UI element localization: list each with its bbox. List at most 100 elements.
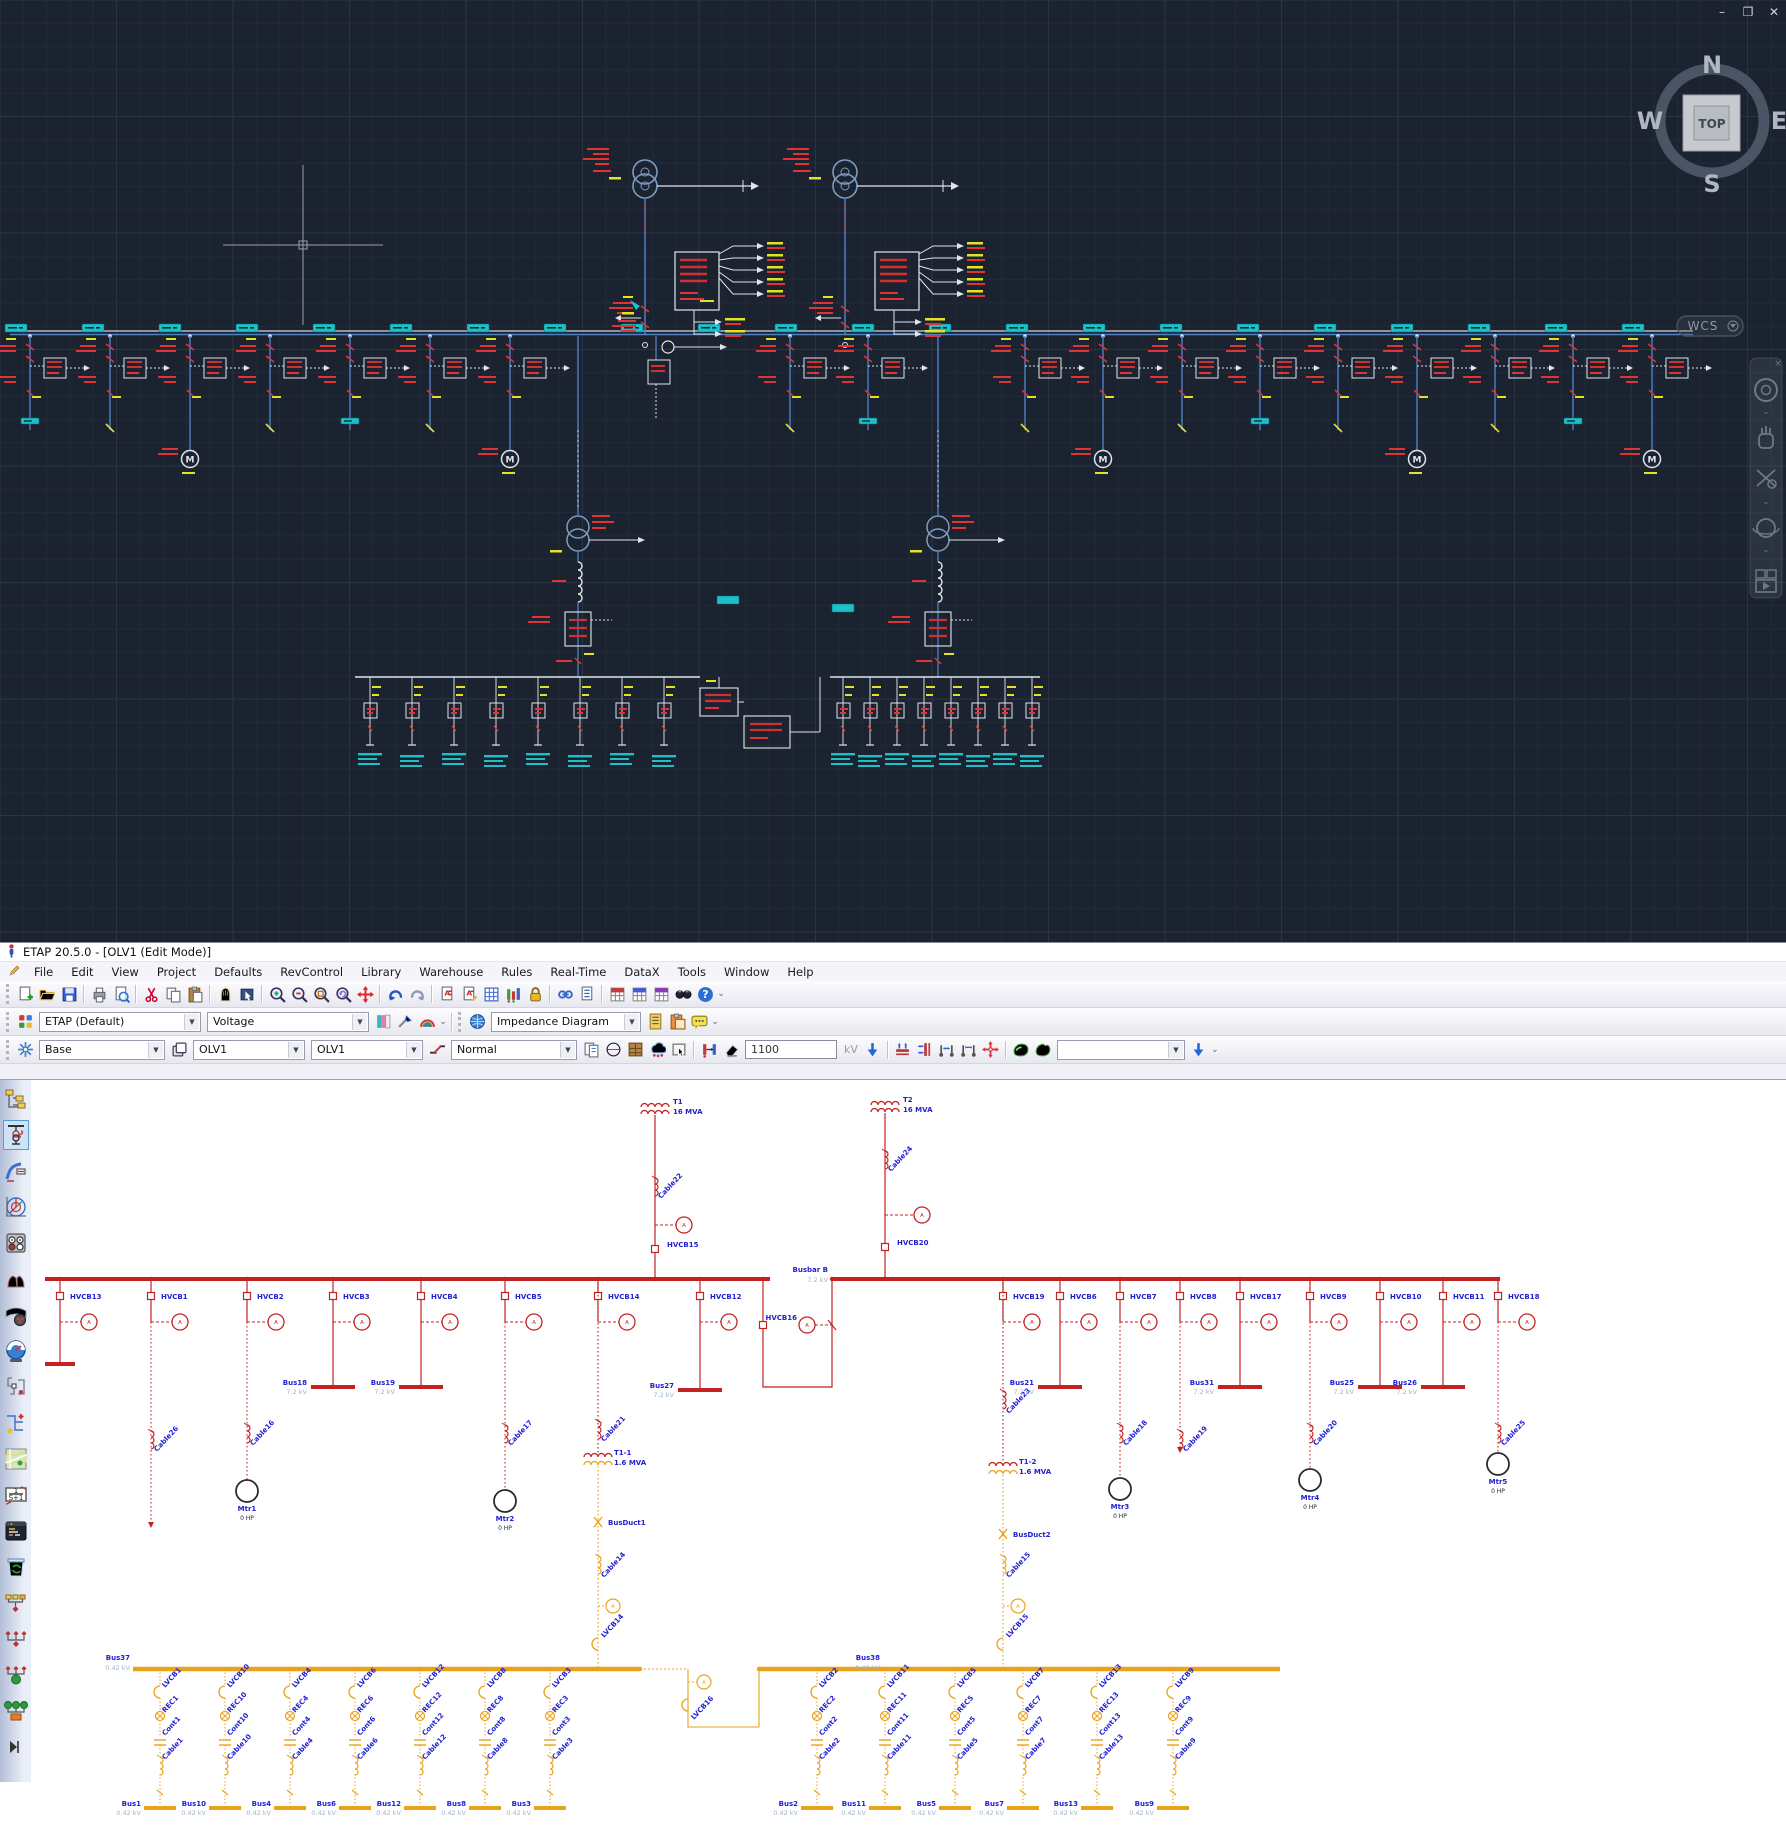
zoom-in-button[interactable] (266, 983, 288, 1005)
panel-brown-button[interactable] (624, 1039, 646, 1061)
new-button[interactable] (14, 983, 36, 1005)
lv-feeder-LVCB8[interactable]: LVCB8REC8Cont8Cable8Bus80.42 kV (441, 1666, 510, 1817)
cad-feeder-bay[interactable] (1539, 334, 1633, 430)
datablock-yellow-button[interactable] (644, 1011, 666, 1033)
chevron-down-icon[interactable]: ▼ (1168, 1042, 1183, 1058)
datablock-edit-button[interactable]: A (458, 983, 480, 1005)
revision-combo[interactable]: Base▼ (39, 1040, 165, 1060)
menu-revcontrol[interactable]: RevControl (271, 963, 352, 981)
kv-base-input[interactable]: 1100 (745, 1040, 837, 1059)
menu-edit[interactable]: Edit (62, 963, 102, 981)
toolbar-grip[interactable] (6, 1012, 10, 1032)
datablock-button[interactable]: A (436, 983, 458, 1005)
chevron-down-icon[interactable]: ▼ (288, 1042, 303, 1058)
sidebar-control-circuit-button[interactable] (3, 1372, 29, 1402)
hv-feeder-HVCB14[interactable]: HVCB14ACable21T1-11.6 MVABusDuct1Cable14… (584, 1277, 647, 1669)
sidebar-underground-raceway-button[interactable] (3, 1156, 29, 1186)
menu-library[interactable]: Library (352, 963, 410, 981)
menu-view[interactable]: View (103, 963, 148, 981)
impedance-globe-button[interactable] (466, 1011, 488, 1033)
lv-feeder-LVCB9[interactable]: LVCB9REC9Cont9Cable9Bus90.42 kV (1129, 1666, 1198, 1817)
lv-feeder-LVCB3[interactable]: LVCB3REC3Cont3Cable3Bus30.42 kV (506, 1666, 575, 1817)
revision-star-button[interactable] (14, 1039, 36, 1061)
minimize-button[interactable]: – (1719, 5, 1725, 19)
paste-button[interactable] (184, 983, 206, 1005)
lock-button[interactable] (524, 983, 546, 1005)
diagram-type-combo[interactable]: Impedance Diagram▼ (491, 1012, 641, 1032)
menu-window[interactable]: Window (715, 963, 778, 981)
project-theme-combo[interactable]: ETAP (Default)▼ (39, 1012, 201, 1032)
sidebar-arc-flash-gloves-button[interactable] (3, 1264, 29, 1294)
cad-feeder-bay[interactable] (991, 334, 1085, 432)
sidebar-cable-pulling-button[interactable] (3, 1300, 29, 1330)
sidebar-reliability-button[interactable] (3, 1408, 29, 1438)
cad-feeder-bay[interactable]: M (1383, 334, 1477, 474)
lv-feeder-LVCB12[interactable]: LVCB12REC12Cont12Cable12Bus120.42 kV (376, 1663, 448, 1817)
display-mode-combo[interactable]: Voltage▼ (207, 1012, 369, 1032)
lv-feeder-LVCB11[interactable]: LVCB11REC11Cont11Cable11Bus110.42 kV (841, 1663, 913, 1817)
arrow-down-button[interactable] (862, 1039, 884, 1061)
cut-button[interactable] (140, 983, 162, 1005)
eraser-button[interactable] (720, 1039, 742, 1061)
sidebar-star-protection-button[interactable] (3, 1192, 29, 1222)
cad-viewport[interactable]: MMMMM–❐✕NWESTOPWCS×⌄⌄⌄ (0, 0, 1786, 942)
ganged-button[interactable] (502, 983, 524, 1005)
zoom-previous-button[interactable] (332, 983, 354, 1005)
redo-button[interactable] (406, 983, 428, 1005)
presentation-combo[interactable]: OLV1▼ (311, 1040, 423, 1060)
menu-project[interactable]: Project (148, 963, 205, 981)
cad-feeder-bay[interactable] (236, 334, 330, 432)
bus-align-2-button[interactable] (914, 1039, 936, 1061)
cad-feeder-bay[interactable] (1461, 334, 1555, 432)
zoom-extents-button[interactable] (354, 983, 376, 1005)
sidebar-scripting-button[interactable] (3, 1516, 29, 1546)
cad-feeder-bay[interactable] (0, 334, 90, 430)
menu-datax[interactable]: DataX (615, 963, 668, 981)
calc-lf-button[interactable] (628, 983, 650, 1005)
source-T1[interactable]: T116 MVACable22AHVCB15 (641, 1098, 703, 1281)
cloud-sync-button[interactable] (646, 1039, 668, 1061)
source-T2[interactable]: T216 MVACable24AHVCB20 (871, 1096, 933, 1281)
chevron-down-icon[interactable]: ▼ (184, 1014, 199, 1030)
select-button[interactable] (236, 983, 258, 1005)
hv-feeder-HVCB8[interactable]: HVCB8ACable19 (1177, 1277, 1218, 1454)
toolbar-grip[interactable] (6, 1040, 10, 1060)
cad-substation-column[interactable] (528, 336, 645, 677)
menu-defaults[interactable]: Defaults (205, 963, 271, 981)
undo-button[interactable] (384, 983, 406, 1005)
menu-real-time[interactable]: Real-Time (541, 963, 615, 981)
config-combo[interactable]: OLV1▼ (193, 1040, 305, 1060)
save-button[interactable] (58, 983, 80, 1005)
arrow-down-button[interactable] (1188, 1039, 1210, 1061)
pan-button[interactable] (214, 983, 236, 1005)
sidebar-collapse-button[interactable] (3, 1732, 29, 1762)
remarks-button[interactable] (576, 983, 598, 1005)
print-preview-button[interactable] (110, 983, 132, 1005)
cad-feeder-bay[interactable] (1226, 334, 1320, 430)
cad-feeder-bay[interactable] (1148, 334, 1242, 432)
run-wizard-button[interactable]: * (1032, 1039, 1054, 1061)
lv-feeder-LVCB10[interactable]: LVCB10REC10Cont10Cable10Bus100.42 kV (181, 1663, 253, 1817)
mode-wave-button[interactable] (426, 1039, 448, 1061)
chevron-down-icon[interactable]: ▼ (624, 1014, 639, 1030)
cad-source-bay[interactable] (783, 148, 985, 348)
size-cross-button[interactable] (980, 1039, 1002, 1061)
cad-feeder-bay[interactable] (76, 334, 170, 432)
theme-ball-button[interactable] (602, 1039, 624, 1061)
calc-sc-button[interactable] (606, 983, 628, 1005)
format-pen-button[interactable] (394, 1011, 416, 1033)
menu-tools[interactable]: Tools (669, 963, 715, 981)
zoom-out-button[interactable] (288, 983, 310, 1005)
hv-feeder-HVCB5[interactable]: HVCB5ACable17Mtr20 HP (494, 1277, 542, 1532)
sidebar-project-view-3-button[interactable] (3, 1660, 29, 1690)
menu-rules[interactable]: Rules (492, 963, 541, 981)
cad-main-bus[interactable] (5, 324, 1693, 335)
wcs-selector[interactable]: WCS (1677, 316, 1743, 336)
run-scenario-button[interactable] (1010, 1039, 1032, 1061)
hv-feeder-HVCB18[interactable]: HVCB18ACable25Mtr50 HP (1487, 1277, 1540, 1495)
bus-align-1-button[interactable] (892, 1039, 914, 1061)
sidebar-project-view-1-button[interactable] (3, 1588, 29, 1618)
empty-combo[interactable]: ▼ (1057, 1040, 1185, 1060)
pole-span-1-button[interactable] (936, 1039, 958, 1061)
rainbow-button[interactable] (416, 1011, 438, 1033)
